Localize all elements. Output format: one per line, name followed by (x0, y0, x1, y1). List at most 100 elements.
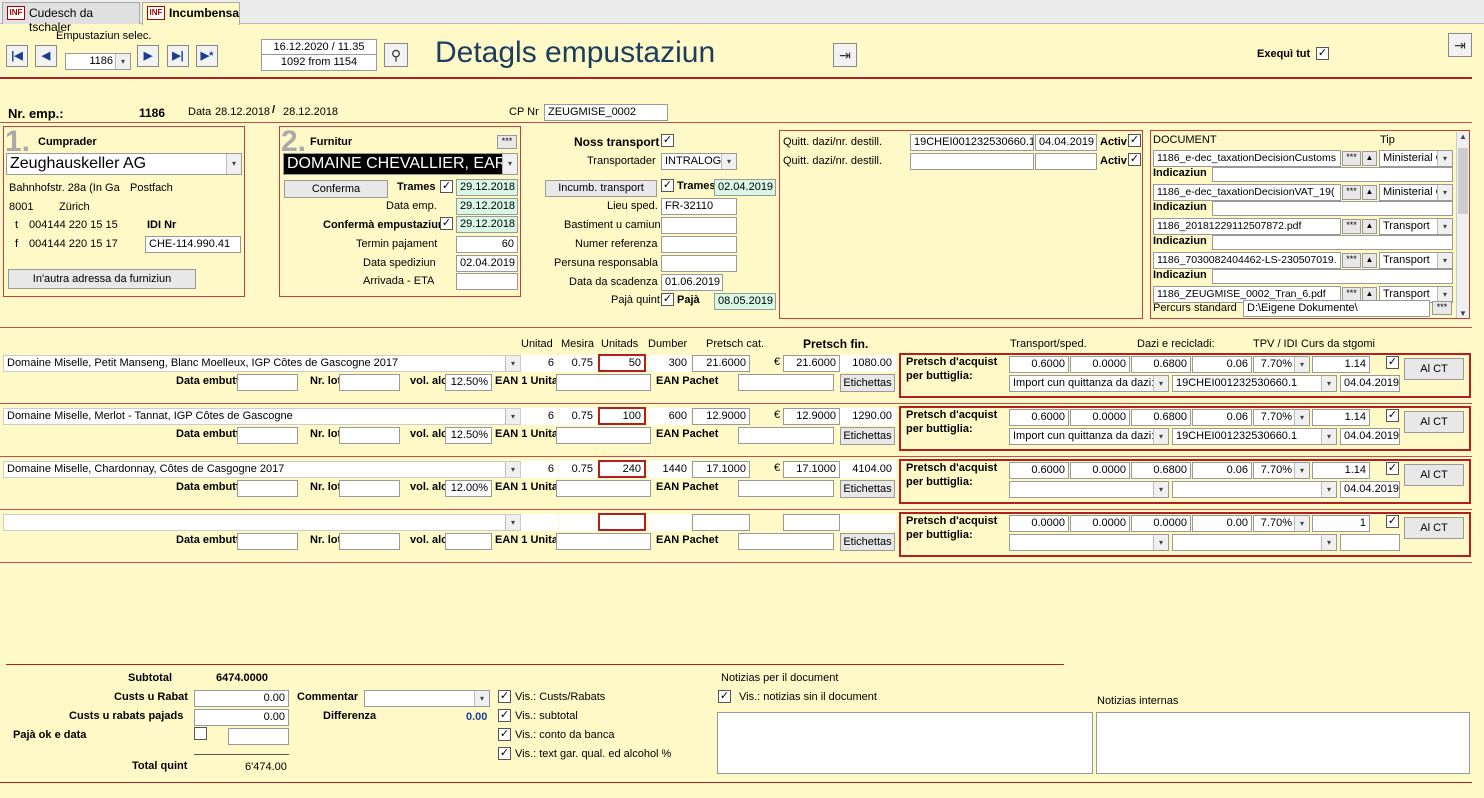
alcohol-field[interactable] (445, 533, 492, 550)
labels-button[interactable]: Etichettas (840, 480, 895, 498)
bottling-date-field[interactable] (237, 533, 298, 550)
size-field[interactable] (559, 514, 597, 531)
document-open-button[interactable]: *** (1342, 219, 1361, 234)
duties-field[interactable]: 0.6800 (1131, 356, 1191, 373)
exequi-checkbox[interactable]: ✓ (1316, 47, 1329, 60)
duties-field[interactable]: 0.6800 (1131, 462, 1191, 479)
cp-nr-field[interactable]: ZEUGMISE_0002 (544, 104, 668, 121)
bottling-date-field[interactable] (237, 374, 298, 391)
exit-door-icon[interactable]: ⇥ (833, 43, 857, 67)
final-price-field[interactable]: 17.1000 (783, 461, 840, 478)
confirmed-order-checkbox[interactable]: ✓ (440, 217, 453, 230)
active-checkbox-2[interactable]: ✓ (1128, 153, 1141, 166)
product-select[interactable]: ▾ (3, 514, 521, 531)
path-more-button[interactable]: *** (1432, 301, 1452, 315)
labels-button[interactable]: Etichettas (840, 533, 895, 551)
due-date-field[interactable]: 01.06.2019 (661, 274, 723, 291)
ship-date-field[interactable]: 02.04.2019 (456, 255, 518, 272)
product-select[interactable]: Domaine Miselle, Chardonnay, Côtes de Ca… (3, 461, 521, 478)
transport-order-button[interactable]: Incumb. transport (545, 180, 657, 197)
transport-cost-field[interactable]: 0.6000 (1009, 356, 1069, 373)
duties-field[interactable]: 0.6800 (1131, 409, 1191, 426)
vat-select[interactable]: 7.70% ▾ (1253, 356, 1310, 373)
units-field[interactable]: 100 (598, 407, 646, 425)
alcohol-field[interactable]: 12.00% (445, 480, 492, 497)
document-open-button[interactable]: *** (1342, 253, 1361, 268)
unit-field[interactable]: 6 (521, 408, 558, 425)
recycling-field[interactable]: 0.00 (1192, 515, 1252, 532)
invoice-paid-checkbox[interactable]: ✓ (661, 293, 674, 306)
data-emp-field[interactable]: 29.12.2018 (456, 198, 518, 215)
count-field[interactable]: 600 (648, 408, 691, 425)
bottling-date-field[interactable] (237, 427, 298, 444)
purchase-checkbox[interactable]: ✓ (1386, 356, 1399, 369)
other-address-button[interactable]: In'autra adressa da furniziun (8, 269, 196, 289)
purchase-checkbox[interactable]: ✓ (1386, 462, 1399, 475)
responsible-field[interactable] (661, 255, 737, 272)
paid-date[interactable]: 08.05.2019 (714, 293, 776, 310)
payment-term-field[interactable]: 60 (456, 236, 518, 253)
documents-scrollbar[interactable]: ▲ ▼ (1456, 132, 1469, 318)
vat-select[interactable]: 7.70% ▾ (1253, 409, 1310, 426)
last-record-button[interactable]: ▶| (167, 45, 189, 67)
notes-vis-checkbox[interactable]: ✓ (718, 690, 731, 703)
recycling-field[interactable]: 0.06 (1192, 356, 1252, 373)
catalog-price-field[interactable]: 21.6000 (692, 355, 750, 372)
ean-package-field[interactable] (738, 427, 834, 444)
final-price-field[interactable]: 12.9000 (783, 408, 840, 425)
lot-number-field[interactable] (339, 427, 400, 444)
scroll-down-icon[interactable]: ▼ (1457, 309, 1469, 318)
paid-ok-date[interactable] (228, 728, 289, 745)
indication-field[interactable] (1212, 269, 1453, 284)
size-field[interactable]: 0.75 (559, 355, 597, 372)
confirmed-order-date[interactable]: 29.12.2018 (456, 216, 518, 233)
notes-textarea[interactable] (717, 712, 1093, 774)
prev-record-button[interactable]: ◀ (35, 45, 57, 67)
size-field[interactable]: 0.75 (559, 408, 597, 425)
units-field[interactable]: 50 (598, 354, 646, 372)
document-type-select[interactable]: Ministerial C ▾ (1379, 184, 1453, 201)
internal-notes-textarea[interactable] (1096, 712, 1470, 774)
transport-trames-checkbox[interactable]: ✓ (661, 179, 674, 192)
customs-receipt-date[interactable]: 04.04.2019 (1340, 481, 1400, 498)
count-field[interactable]: 1440 (648, 461, 691, 478)
labels-button[interactable]: Etichettas (840, 374, 895, 392)
lot-number-field[interactable] (339, 533, 400, 550)
idi-field[interactable]: CHE-114.990.41 (145, 236, 241, 253)
customs-date-1[interactable]: 04.04.2019 (1035, 134, 1097, 151)
new-record-button[interactable]: ▶* (196, 45, 218, 67)
document-file[interactable]: 1186_20181229112507872.pdf (1153, 218, 1341, 235)
vis-quality-checkbox[interactable]: ✓ (498, 747, 511, 760)
transport-cost-field[interactable]: 0.6000 (1009, 462, 1069, 479)
document-type-select[interactable]: Transport ▾ (1379, 218, 1453, 235)
trames-date[interactable]: 29.12.2018 (456, 179, 518, 196)
final-price-field[interactable] (783, 514, 840, 531)
size-field[interactable]: 0.75 (559, 461, 597, 478)
ean-package-field[interactable] (738, 374, 834, 391)
al-ct-button[interactable]: Al CT (1404, 517, 1464, 539)
ean-package-field[interactable] (738, 533, 834, 550)
vis-costs-checkbox[interactable]: ✓ (498, 690, 511, 703)
al-ct-button[interactable]: Al CT (1404, 411, 1464, 433)
paid-ok-checkbox[interactable] (194, 727, 207, 740)
unit-field[interactable] (521, 514, 558, 531)
customs-receipt-date[interactable]: 04.04.2019 (1340, 428, 1400, 445)
count-field[interactable] (648, 514, 691, 531)
customs-receipt-select[interactable]: 19CHEI001232530660.1 ▾ (1172, 375, 1337, 392)
carrier-select[interactable]: INTRALOG. ▾ (661, 153, 737, 170)
noss-transport-checkbox[interactable]: ✓ (661, 134, 674, 147)
labels-button[interactable]: Etichettas (840, 427, 895, 445)
ean-unit-field[interactable] (556, 533, 651, 550)
move-up-icon[interactable]: ▲ (1362, 253, 1377, 268)
duties-field[interactable]: 0.0000 (1131, 515, 1191, 532)
transport-extra-field[interactable]: 0.0000 (1070, 515, 1130, 532)
vis-bank-checkbox[interactable]: ✓ (498, 728, 511, 741)
customs-number-2[interactable] (910, 153, 1034, 170)
import-type-select[interactable]: Import cun quittanza da dazi: ▾ (1009, 375, 1169, 392)
document-type-select[interactable]: Transport ▾ (1379, 252, 1453, 269)
purchase-checkbox[interactable]: ✓ (1386, 409, 1399, 422)
customs-receipt-select[interactable]: ▾ (1172, 534, 1337, 551)
vat-select[interactable]: 7.70% ▾ (1253, 515, 1310, 532)
scroll-thumb[interactable] (1458, 148, 1468, 214)
import-type-select[interactable]: ▾ (1009, 534, 1169, 551)
